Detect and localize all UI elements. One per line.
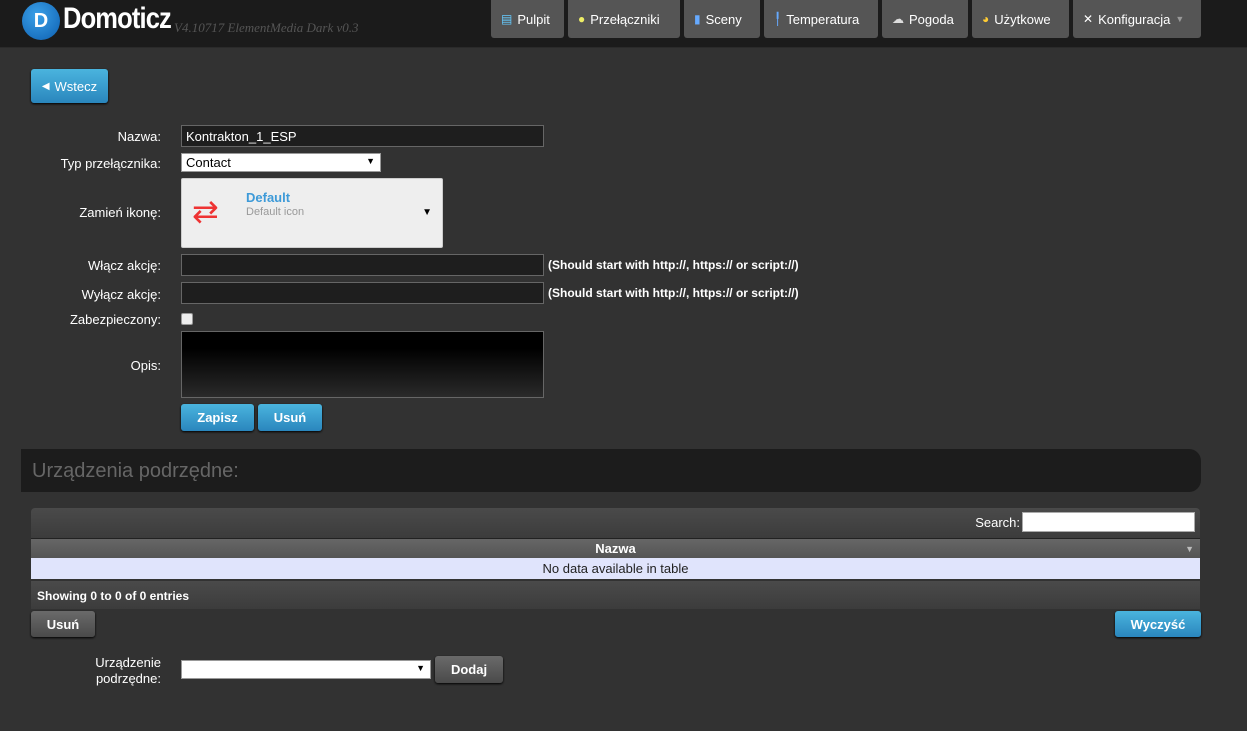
- weather-icon: ☁: [892, 12, 904, 26]
- type-label: Typ przełącznika:: [60, 156, 161, 171]
- nav-temperatura[interactable]: ╿ Temperatura: [764, 0, 878, 38]
- sort-icon: ▼: [1185, 544, 1194, 554]
- version-text: V4.10717 ElementMedia Dark v0.3: [174, 20, 359, 35]
- add-button[interactable]: Dodaj: [435, 656, 503, 683]
- delete-subdevice-button[interactable]: Usuń: [31, 611, 95, 637]
- nav-pogoda[interactable]: ☁ Pogoda: [882, 0, 968, 38]
- arrow-left-icon: ◀: [41, 80, 50, 92]
- caret-down-icon: ▼: [366, 156, 375, 166]
- switch-arrows-icon: ⇄: [192, 193, 219, 229]
- clear-button[interactable]: Wyczyść: [1115, 611, 1201, 637]
- table-toolbar: Search:: [31, 508, 1200, 538]
- back-button[interactable]: ◀ Wstecz: [31, 69, 108, 103]
- subdevice-select-label: Urządzenie podrzędne:: [95, 655, 161, 686]
- nav-label: Konfiguracja: [1098, 11, 1171, 27]
- column-header-nazwa[interactable]: Nazwa ▼: [31, 538, 1200, 558]
- search-input[interactable]: [1022, 512, 1195, 532]
- table-info: Showing 0 to 0 of 0 entries: [31, 581, 1200, 609]
- protected-label: Zabezpieczony:: [69, 312, 161, 327]
- on-action-hint: (Should start with http://, https:// or …: [548, 258, 799, 272]
- nav-przelaczniki[interactable]: ● Przełączniki: [568, 0, 680, 38]
- subdevice-select[interactable]: ▼: [181, 660, 431, 679]
- empty-row: No data available in table: [31, 558, 1200, 580]
- on-action-label: Włącz akcję:: [88, 258, 161, 273]
- nav-uzytkowe[interactable]: ◕ Użytkowe: [972, 0, 1069, 38]
- icon-label: Zamień ikonę:: [79, 205, 161, 220]
- save-button[interactable]: Zapisz: [181, 404, 254, 431]
- section-header: Urządzenia podrzędne:: [21, 449, 1201, 492]
- type-value: Contact: [186, 155, 231, 170]
- delete-button[interactable]: Usuń: [258, 404, 322, 431]
- icon-title: Default: [246, 190, 291, 205]
- nav-pulpit[interactable]: ▤ Pulpit: [491, 0, 564, 38]
- clapperboard-icon: ▮: [694, 12, 701, 26]
- on-action-input[interactable]: [181, 254, 544, 276]
- logo: Domoticz: [63, 2, 172, 35]
- off-action-hint: (Should start with http://, https:// or …: [548, 286, 799, 300]
- caret-down-icon: ▼: [416, 663, 425, 673]
- name-input[interactable]: [181, 125, 544, 147]
- lightbulb-icon: ●: [578, 12, 586, 26]
- description-textarea[interactable]: [181, 331, 544, 398]
- column-label: Nazwa: [595, 541, 636, 556]
- nav-label: Pogoda: [909, 11, 954, 27]
- dashboard-icon: ▤: [501, 12, 513, 26]
- utility-icon: ◕: [982, 12, 990, 26]
- icon-desc: Default icon: [246, 206, 305, 218]
- name-label: Nazwa:: [117, 129, 161, 144]
- caret-down-icon: ▼: [1175, 14, 1185, 24]
- icon-select[interactable]: ⇄ Default Default icon ▼: [181, 178, 443, 248]
- protected-checkbox[interactable]: [181, 313, 193, 325]
- tools-icon: ✕: [1083, 12, 1094, 26]
- nav-label: Temperatura: [786, 11, 860, 27]
- nav-konfiguracja[interactable]: ✕ Konfiguracja ▼: [1073, 0, 1201, 38]
- section-title: Urządzenia podrzędne:: [32, 460, 239, 482]
- nav-label: Użytkowe: [994, 11, 1051, 27]
- thermometer-icon: ╿: [774, 12, 782, 26]
- nav-label: Pulpit: [517, 11, 550, 27]
- nav-sceny[interactable]: ▮ Sceny: [684, 0, 760, 38]
- nav-label: Sceny: [705, 11, 742, 27]
- back-label: Wstecz: [54, 78, 98, 94]
- search-label: Search:: [975, 515, 1020, 530]
- type-select[interactable]: Contact ▼: [181, 153, 381, 172]
- description-label: Opis:: [130, 358, 161, 373]
- caret-down-icon: ▼: [422, 207, 432, 218]
- nav-label: Przełączniki: [590, 11, 660, 27]
- off-action-input[interactable]: [181, 282, 544, 304]
- logo-icon: D: [22, 2, 60, 40]
- off-action-label: Wyłącz akcję:: [81, 287, 161, 302]
